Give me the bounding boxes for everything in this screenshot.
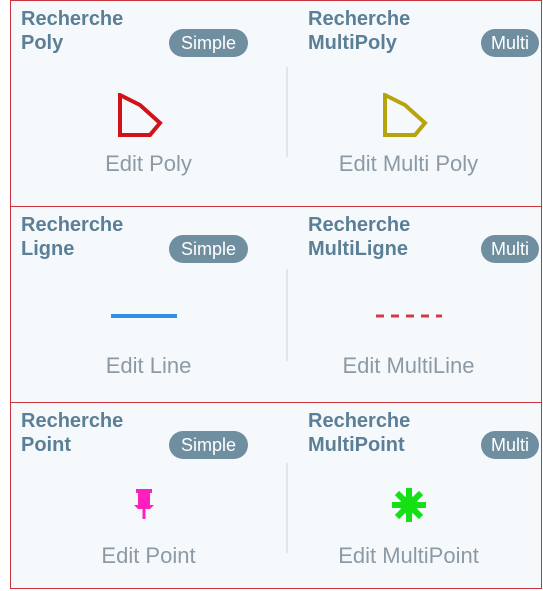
edit-poly-link[interactable]: Edit Poly xyxy=(11,151,276,177)
edit-line-link[interactable]: Edit Line xyxy=(11,353,276,379)
line-dashed-red-icon[interactable] xyxy=(276,311,541,321)
polygon-red-icon[interactable] xyxy=(11,93,276,139)
line-simple-title: Recherche Ligne xyxy=(21,214,124,260)
multi-badge[interactable]: Multi xyxy=(480,29,539,57)
line-panel: Recherche Ligne Simple Edit Line Recherc… xyxy=(10,206,542,403)
multi-badge[interactable]: Multi xyxy=(480,431,539,459)
edit-multi-poly-link[interactable]: Edit Multi Poly xyxy=(276,151,541,177)
line-solid-blue-icon[interactable] xyxy=(11,311,276,321)
poly-simple-cell: Recherche Poly Simple Edit Poly xyxy=(11,1,276,206)
point-multi-title: Recherche MultiPoint xyxy=(308,410,411,456)
poly-simple-title: Recherche Poly xyxy=(21,8,124,54)
poly-multi-title: Recherche MultiPoly xyxy=(308,8,411,54)
gear-green-icon[interactable] xyxy=(276,485,541,525)
pushpin-magenta-icon[interactable] xyxy=(11,485,276,525)
edit-multipoint-link[interactable]: Edit MultiPoint xyxy=(276,543,541,569)
line-simple-cell: Recherche Ligne Simple Edit Line xyxy=(11,207,276,402)
simple-badge[interactable]: Simple xyxy=(169,235,249,263)
line-multi-title: Recherche MultiLigne xyxy=(308,214,411,260)
edit-multiline-link[interactable]: Edit MultiLine xyxy=(276,353,541,379)
point-multi-cell: Recherche MultiPoint Multi Edit MultiPoi… xyxy=(276,403,541,588)
multi-badge[interactable]: Multi xyxy=(480,235,539,263)
point-panel: Recherche Point Simple Edit Point Recher… xyxy=(10,402,542,589)
line-multi-cell: Recherche MultiLigne Multi Edit MultiLin… xyxy=(276,207,541,402)
simple-badge[interactable]: Simple xyxy=(169,29,249,57)
point-simple-title: Recherche Point xyxy=(21,410,124,456)
edit-point-link[interactable]: Edit Point xyxy=(11,543,276,569)
simple-badge[interactable]: Simple xyxy=(169,431,249,459)
poly-multi-cell: Recherche MultiPoly Multi Edit Multi Pol… xyxy=(276,1,541,206)
poly-panel: Recherche Poly Simple Edit Poly Recherch… xyxy=(10,0,542,207)
point-simple-cell: Recherche Point Simple Edit Point xyxy=(11,403,276,588)
polygon-olive-icon[interactable] xyxy=(276,93,541,139)
